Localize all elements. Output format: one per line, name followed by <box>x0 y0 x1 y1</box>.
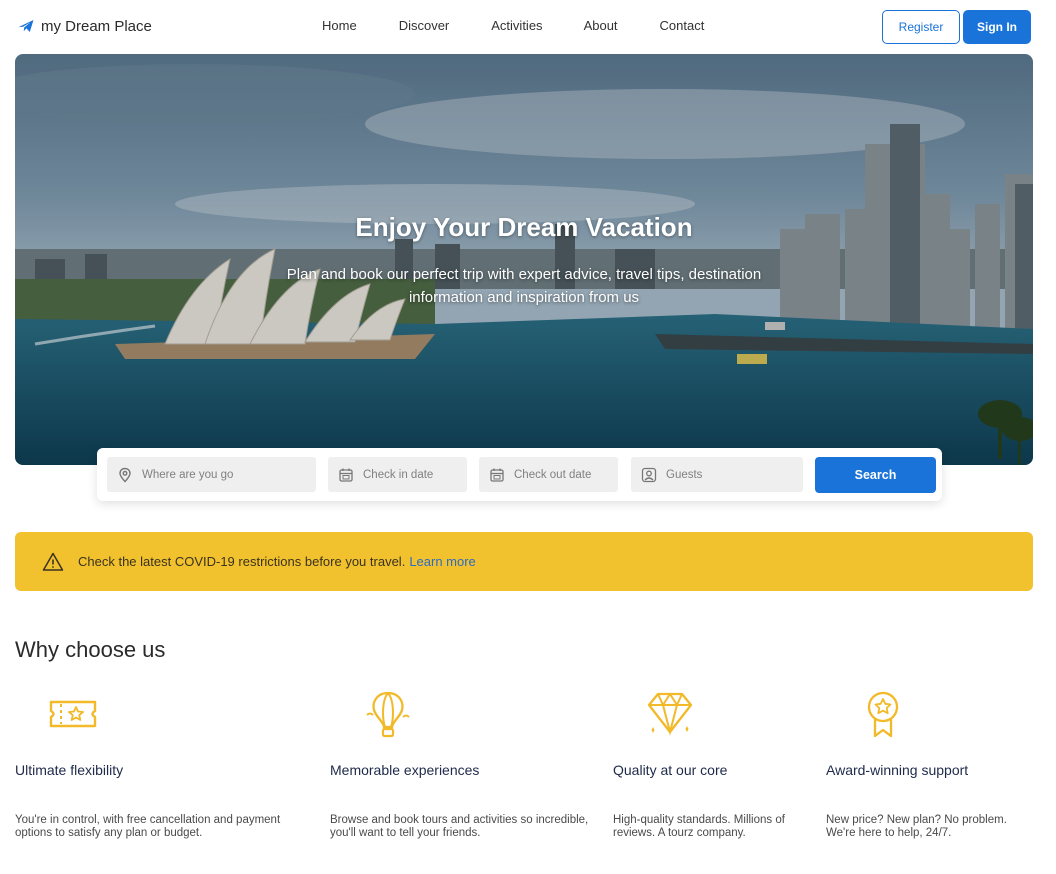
guests-placeholder: Guests <box>666 468 703 481</box>
user-icon <box>641 467 657 482</box>
check-out-input[interactable]: Check out date <box>479 457 618 492</box>
calendar-icon <box>339 468 353 482</box>
feature-description: Browse and book tours and activities so … <box>330 814 589 839</box>
feature-title: Memorable experiences <box>330 762 480 778</box>
nav-link-contact[interactable]: Contact <box>660 18 705 33</box>
calendar-icon <box>490 468 504 482</box>
nav-link-home[interactable]: Home <box>322 18 357 33</box>
main-menu: Home Discover Activities About Contact <box>322 18 704 33</box>
hero-subtitle: Plan and book our perfect trip with expe… <box>286 266 762 306</box>
alert-text: Check the latest COVID-19 restrictions b… <box>78 554 406 569</box>
covid-alert-banner: Check the latest COVID-19 restrictions b… <box>15 532 1033 591</box>
feature-description: New price? New plan? No problem. We're h… <box>826 814 1007 839</box>
check-out-placeholder: Check out date <box>514 468 592 481</box>
hot-air-balloon-icon <box>366 691 410 738</box>
warning-icon <box>42 552 64 571</box>
brand-name: my Dream Place <box>41 17 152 35</box>
feature-description: You're in control, with free cancellatio… <box>15 814 281 839</box>
nav-link-activities[interactable]: Activities <box>491 18 542 33</box>
where-input[interactable]: Where are you go <box>107 457 316 492</box>
search-button[interactable]: Search <box>815 457 936 493</box>
section-title: Why choose us <box>15 637 166 662</box>
airplane-icon <box>18 20 34 32</box>
hero-background-image <box>15 54 1033 465</box>
check-in-placeholder: Check in date <box>363 468 434 481</box>
top-navigation: my Dream Place Home Discover Activities … <box>0 0 1056 54</box>
search-form: Where are you go Check in date Check out… <box>97 448 942 501</box>
location-pin-icon <box>119 467 131 482</box>
learn-more-link[interactable]: Learn more <box>409 554 475 569</box>
ticket-icon <box>49 700 97 728</box>
hero-banner: Enjoy Your Dream Vacation Plan and book … <box>15 54 1033 465</box>
feature-title: Award-winning support <box>826 762 969 778</box>
feature-card-flexibility: Ultimate flexibility You're in control, … <box>15 690 280 839</box>
feature-card-experiences: Memorable experiences Browse and book to… <box>330 690 588 839</box>
where-placeholder: Where are you go <box>142 468 234 481</box>
feature-description: High-quality standards. Millions of revi… <box>613 814 785 839</box>
hero-title: Enjoy Your Dream Vacation <box>355 212 693 242</box>
sign-in-button[interactable]: Sign In <box>963 10 1031 44</box>
nav-link-about[interactable]: About <box>584 18 618 33</box>
brand-logo[interactable]: my Dream Place <box>17 17 152 35</box>
register-button[interactable]: Register <box>882 10 960 44</box>
feature-card-quality: Quality at our core High-quality standar… <box>613 690 785 839</box>
diamond-icon <box>647 692 693 736</box>
award-medal-icon <box>867 691 899 738</box>
feature-title: Quality at our core <box>613 762 728 778</box>
guests-input[interactable]: Guests <box>631 457 803 492</box>
feature-title: Ultimate flexibility <box>15 762 124 778</box>
feature-card-support: Award-winning support New price? New pla… <box>826 690 1007 839</box>
check-in-input[interactable]: Check in date <box>328 457 467 492</box>
nav-link-discover[interactable]: Discover <box>399 18 450 33</box>
